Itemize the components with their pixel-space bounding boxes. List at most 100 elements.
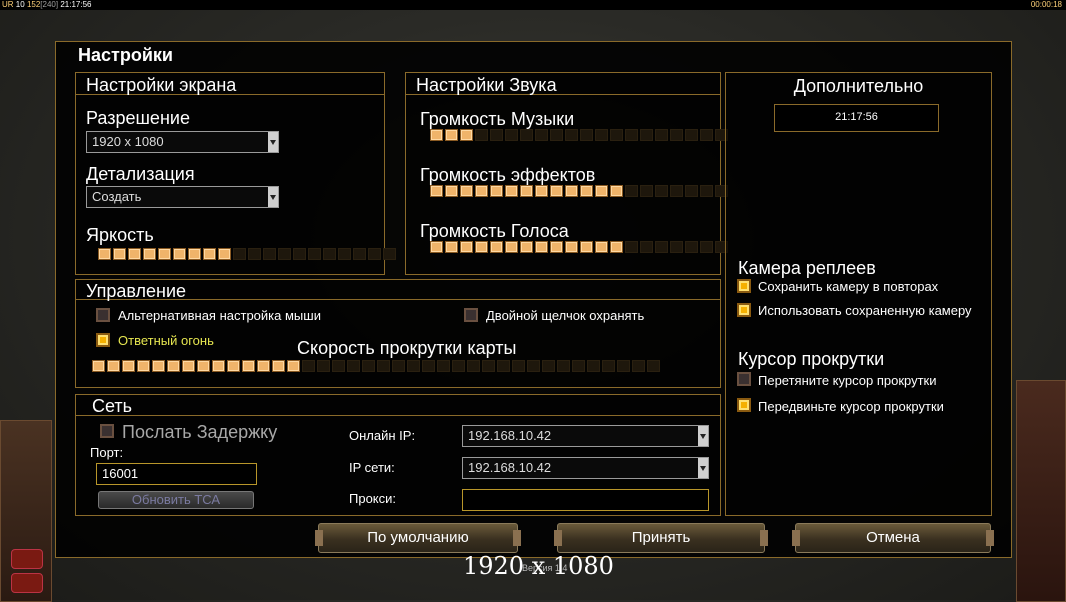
slider-segment[interactable] bbox=[272, 360, 285, 372]
slider-segment[interactable] bbox=[625, 185, 638, 197]
slider-segment[interactable] bbox=[655, 185, 668, 197]
slider-segment[interactable] bbox=[368, 248, 381, 260]
slider-segment[interactable] bbox=[565, 129, 578, 141]
slider-segment[interactable] bbox=[182, 360, 195, 372]
slider-segment[interactable] bbox=[323, 248, 336, 260]
use-saved-camera-checkbox[interactable] bbox=[737, 303, 751, 317]
slider-segment[interactable] bbox=[535, 129, 548, 141]
slider-segment[interactable] bbox=[670, 129, 683, 141]
slider-segment[interactable] bbox=[580, 185, 593, 197]
slider-segment[interactable] bbox=[610, 129, 623, 141]
slider-segment[interactable] bbox=[700, 129, 713, 141]
slider-segment[interactable] bbox=[595, 241, 608, 253]
proxy-input[interactable] bbox=[462, 489, 709, 511]
slider-segment[interactable] bbox=[595, 185, 608, 197]
slider-segment[interactable] bbox=[242, 360, 255, 372]
slider-segment[interactable] bbox=[497, 360, 510, 372]
slider-segment[interactable] bbox=[625, 129, 638, 141]
slider-segment[interactable] bbox=[143, 248, 156, 260]
slider-segment[interactable] bbox=[353, 248, 366, 260]
slider-segment[interactable] bbox=[550, 129, 563, 141]
slider-segment[interactable] bbox=[520, 129, 533, 141]
scroll-speed-slider[interactable] bbox=[92, 360, 660, 372]
slider-segment[interactable] bbox=[173, 248, 186, 260]
slider-segment[interactable] bbox=[293, 248, 306, 260]
slider-segment[interactable] bbox=[308, 248, 321, 260]
slider-segment[interactable] bbox=[625, 241, 638, 253]
drag-cursor-checkbox[interactable] bbox=[737, 372, 751, 386]
slider-segment[interactable] bbox=[602, 360, 615, 372]
slider-segment[interactable] bbox=[302, 360, 315, 372]
slider-segment[interactable] bbox=[505, 241, 518, 253]
slider-segment[interactable] bbox=[520, 241, 533, 253]
slider-segment[interactable] bbox=[460, 129, 473, 141]
slider-segment[interactable] bbox=[700, 241, 713, 253]
slider-segment[interactable] bbox=[98, 248, 111, 260]
slider-segment[interactable] bbox=[580, 241, 593, 253]
slider-segment[interactable] bbox=[550, 241, 563, 253]
slider-segment[interactable] bbox=[107, 360, 120, 372]
slider-segment[interactable] bbox=[610, 241, 623, 253]
slider-segment[interactable] bbox=[152, 360, 165, 372]
update-tca-button[interactable]: Обновить ТСА bbox=[98, 491, 254, 509]
slider-segment[interactable] bbox=[362, 360, 375, 372]
slider-segment[interactable] bbox=[332, 360, 345, 372]
slider-segment[interactable] bbox=[557, 360, 570, 372]
voice-volume-slider[interactable] bbox=[430, 241, 728, 253]
slider-segment[interactable] bbox=[617, 360, 630, 372]
slider-segment[interactable] bbox=[670, 241, 683, 253]
slider-segment[interactable] bbox=[565, 241, 578, 253]
slider-segment[interactable] bbox=[640, 185, 653, 197]
slider-segment[interactable] bbox=[422, 360, 435, 372]
slider-segment[interactable] bbox=[505, 129, 518, 141]
slider-segment[interactable] bbox=[587, 360, 600, 372]
slider-segment[interactable] bbox=[640, 129, 653, 141]
slider-segment[interactable] bbox=[505, 185, 518, 197]
defaults-button[interactable]: По умолчанию bbox=[315, 523, 521, 553]
slider-segment[interactable] bbox=[233, 248, 246, 260]
slider-segment[interactable] bbox=[565, 185, 578, 197]
port-input[interactable]: 16001 bbox=[96, 463, 257, 485]
slider-segment[interactable] bbox=[475, 241, 488, 253]
lan-ip-dropdown[interactable]: 192.168.10.42 bbox=[462, 457, 709, 479]
slider-segment[interactable] bbox=[287, 360, 300, 372]
detail-dropdown[interactable]: Создать bbox=[86, 186, 279, 208]
music-volume-slider[interactable] bbox=[430, 129, 728, 141]
slider-segment[interactable] bbox=[475, 185, 488, 197]
slider-segment[interactable] bbox=[685, 241, 698, 253]
slider-segment[interactable] bbox=[520, 185, 533, 197]
slider-segment[interactable] bbox=[512, 360, 525, 372]
slider-segment[interactable] bbox=[640, 241, 653, 253]
accept-button[interactable]: Принять bbox=[554, 523, 768, 553]
slider-segment[interactable] bbox=[572, 360, 585, 372]
slider-segment[interactable] bbox=[278, 248, 291, 260]
slider-segment[interactable] bbox=[430, 185, 443, 197]
slider-segment[interactable] bbox=[218, 248, 231, 260]
slider-segment[interactable] bbox=[527, 360, 540, 372]
slider-segment[interactable] bbox=[460, 241, 473, 253]
move-cursor-checkbox[interactable] bbox=[737, 398, 751, 412]
slider-segment[interactable] bbox=[347, 360, 360, 372]
slider-segment[interactable] bbox=[460, 185, 473, 197]
slider-segment[interactable] bbox=[137, 360, 150, 372]
return-fire-checkbox[interactable] bbox=[96, 333, 110, 347]
slider-segment[interactable] bbox=[203, 248, 216, 260]
slider-segment[interactable] bbox=[490, 129, 503, 141]
slider-segment[interactable] bbox=[212, 360, 225, 372]
slider-segment[interactable] bbox=[490, 185, 503, 197]
slider-segment[interactable] bbox=[452, 360, 465, 372]
slider-segment[interactable] bbox=[248, 248, 261, 260]
slider-segment[interactable] bbox=[122, 360, 135, 372]
slider-segment[interactable] bbox=[685, 129, 698, 141]
slider-segment[interactable] bbox=[188, 248, 201, 260]
slider-segment[interactable] bbox=[467, 360, 480, 372]
slider-segment[interactable] bbox=[445, 185, 458, 197]
slider-segment[interactable] bbox=[647, 360, 660, 372]
slider-segment[interactable] bbox=[407, 360, 420, 372]
slider-segment[interactable] bbox=[610, 185, 623, 197]
slider-segment[interactable] bbox=[92, 360, 105, 372]
cancel-button[interactable]: Отмена bbox=[792, 523, 994, 553]
slider-segment[interactable] bbox=[257, 360, 270, 372]
double-click-checkbox[interactable] bbox=[464, 308, 478, 322]
slider-segment[interactable] bbox=[197, 360, 210, 372]
